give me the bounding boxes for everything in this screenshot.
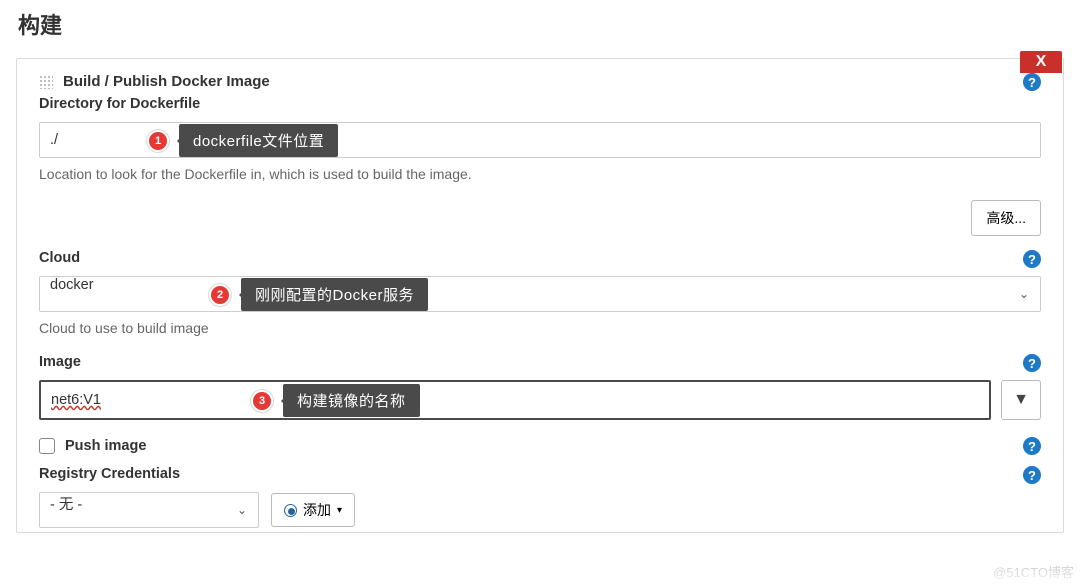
push-image-checkbox[interactable]	[39, 438, 55, 454]
key-icon	[284, 504, 297, 517]
registry-credentials-select[interactable]: - 无 -	[39, 492, 259, 528]
annotation-badge-1: 1	[147, 130, 169, 152]
add-credential-button[interactable]: 添加 ▾	[271, 493, 355, 527]
dockerfile-dir-help: Location to look for the Dockerfile in, …	[39, 166, 1041, 182]
annotation-label-2: 刚刚配置的Docker服务	[241, 278, 428, 311]
help-icon[interactable]: ?	[1023, 466, 1041, 484]
image-expand-button[interactable]: ▼	[1001, 380, 1041, 420]
dockerfile-dir-label: Directory for Dockerfile	[39, 96, 1041, 112]
page-title: 构建	[18, 8, 1064, 40]
build-step-panel: X ? Build / Publish Docker Image Directo…	[16, 58, 1064, 533]
image-name-input[interactable]: net6:V1	[39, 380, 991, 420]
annotation-badge-3: 3	[251, 390, 273, 412]
cloud-label: Cloud	[39, 250, 1041, 266]
push-image-label: Push image	[65, 438, 146, 454]
image-name-value: net6:V1	[51, 392, 101, 408]
cloud-select[interactable]: docker	[39, 276, 1041, 312]
triangle-down-icon: ▼	[1013, 391, 1029, 409]
cloud-help: Cloud to use to build image	[39, 320, 1041, 336]
panel-header-title: Build / Publish Docker Image	[63, 73, 270, 90]
drag-handle-icon[interactable]	[39, 75, 53, 89]
advanced-button[interactable]: 高级...	[971, 200, 1041, 236]
registry-label: Registry Credentials	[39, 466, 1041, 482]
help-icon[interactable]: ?	[1023, 437, 1041, 455]
annotation-label-3: 构建镜像的名称	[283, 384, 420, 417]
watermark: @51CTO博客	[993, 562, 1074, 581]
delete-step-button[interactable]: X	[1020, 51, 1062, 73]
help-icon[interactable]: ?	[1023, 73, 1041, 91]
help-icon[interactable]: ?	[1023, 250, 1041, 268]
caret-down-icon: ▾	[337, 505, 342, 516]
image-label: Image	[39, 354, 1041, 370]
add-credential-label: 添加	[303, 500, 331, 520]
help-icon[interactable]: ?	[1023, 354, 1041, 372]
annotation-badge-2: 2	[209, 284, 231, 306]
annotation-label-1: dockerfile文件位置	[179, 124, 338, 157]
